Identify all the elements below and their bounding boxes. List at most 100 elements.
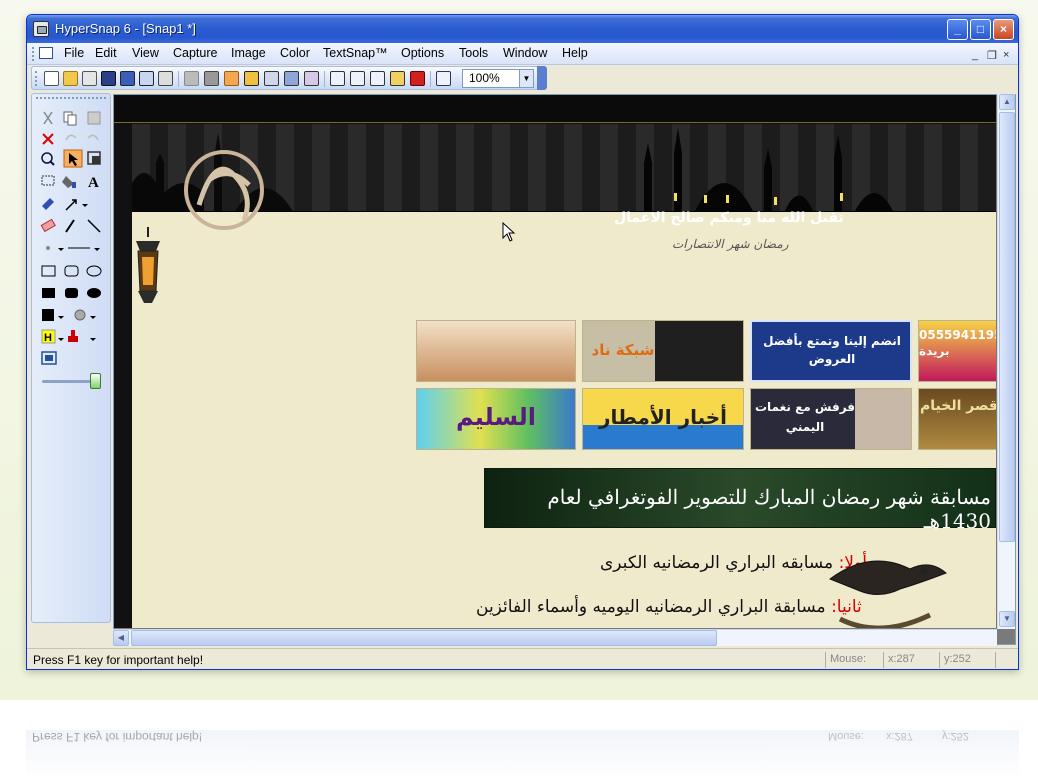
banner-nad-network[interactable]: شبكة ناد	[582, 320, 744, 382]
reflection-mouse-x: x:287	[886, 730, 913, 742]
contest-link-2[interactable]: ثانيا: مسابقة البراري الرمضانيه اليوميه …	[476, 597, 862, 617]
menu-view[interactable]: View	[132, 46, 159, 60]
rounded-rect-icon[interactable]	[64, 265, 79, 277]
svg-text:A: A	[88, 175, 99, 191]
banner-kitchen[interactable]	[416, 320, 576, 382]
color-gray-icon[interactable]	[74, 309, 96, 321]
help-pointer-icon[interactable]	[436, 71, 451, 86]
mdi-minimize-button[interactable]: _	[972, 49, 978, 61]
rotate-left-icon[interactable]	[330, 71, 345, 86]
toolbar-grip-icon[interactable]	[35, 71, 38, 86]
menu-file[interactable]: File	[64, 46, 84, 60]
capture-window-icon[interactable]	[264, 71, 279, 86]
banner-alwardi[interactable]: محمود الوردي 0555941195 بريدة	[918, 320, 996, 382]
menu-help[interactable]: Help	[562, 46, 588, 60]
stamp-red-icon[interactable]	[68, 330, 96, 342]
save-icon[interactable]	[101, 71, 116, 86]
line-style-icon[interactable]	[68, 247, 100, 251]
banner-yemeni-tones[interactable]: فرفش مع نغمات اليمني	[750, 388, 912, 450]
scroll-up-button[interactable]: ▲	[999, 94, 1015, 110]
color-pick-icon[interactable]	[42, 198, 54, 210]
fit-icon[interactable]	[41, 351, 57, 365]
filled-ellipse-icon[interactable]	[87, 288, 101, 298]
scroll-left-button[interactable]: ◀	[113, 630, 129, 646]
text-icon[interactable]: A	[88, 175, 99, 191]
maximize-button[interactable]: □	[970, 19, 991, 40]
horizontal-scroll-thumb[interactable]	[131, 630, 717, 646]
menu-tools[interactable]: Tools	[459, 46, 488, 60]
ellipse-icon[interactable]	[86, 265, 102, 277]
capture-scroll-icon[interactable]	[304, 71, 319, 86]
open-icon[interactable]	[63, 71, 78, 86]
resize-grip-icon[interactable]	[995, 652, 1015, 668]
minimize-button[interactable]: _	[947, 19, 968, 40]
menu-window[interactable]: Window	[503, 46, 547, 60]
zoom-dropdown[interactable]: 100% ▼	[462, 69, 534, 88]
book-icon[interactable]	[120, 71, 135, 86]
menu-textsnap[interactable]: TextSnap™	[323, 46, 388, 60]
select-icon[interactable]	[63, 149, 83, 168]
title-bar[interactable]: HyperSnap 6 - [Snap1 *] _ □ ×	[27, 15, 1018, 43]
toolbar-overflow-button[interactable]	[537, 66, 547, 90]
zoom-icon[interactable]	[41, 152, 55, 166]
stamp-icon[interactable]	[87, 151, 101, 165]
filled-rect-icon[interactable]	[42, 288, 55, 298]
banner-khayyam[interactable]: قصر الخيام	[918, 388, 996, 450]
menubar-grip-icon[interactable]	[32, 47, 35, 61]
mdi-restore-button[interactable]: ❐	[987, 49, 997, 62]
pencil-icon[interactable]	[65, 219, 75, 233]
snapshot-canvas[interactable]: تقبل الله منا ومنكم صالح الاعمال رمضان ش…	[113, 94, 1016, 645]
chevron-down-icon[interactable]: ▼	[519, 70, 533, 87]
menu-capture[interactable]: Capture	[173, 46, 217, 60]
tools-icon[interactable]	[204, 71, 219, 86]
undo-icon[interactable]	[65, 134, 77, 141]
rectangle-icon[interactable]	[41, 265, 56, 277]
line-icon[interactable]	[87, 219, 101, 233]
svg-text:H: H	[44, 332, 52, 344]
menu-edit[interactable]: Edit	[95, 46, 117, 60]
menu-options[interactable]: Options	[401, 46, 444, 60]
menu-color[interactable]: Color	[280, 46, 310, 60]
fill-icon[interactable]	[62, 176, 76, 188]
cut-icon[interactable]	[43, 111, 53, 125]
resize-icon[interactable]	[370, 71, 385, 86]
lantern-icon	[136, 227, 160, 303]
open-recent-icon[interactable]	[82, 71, 97, 86]
menu-image[interactable]: Image	[231, 46, 266, 60]
mdi-close-button[interactable]: ×	[1003, 49, 1009, 61]
color-black-icon[interactable]	[42, 309, 64, 321]
filled-rounded-rect-icon[interactable]	[65, 288, 78, 298]
copy-icon[interactable]	[63, 111, 77, 126]
horizontal-scrollbar[interactable]: ◀	[113, 629, 997, 646]
wrench-icon[interactable]	[224, 71, 239, 86]
highlight-icon[interactable]: H	[41, 329, 64, 344]
redo-icon[interactable]	[87, 134, 99, 141]
rotate-right-icon[interactable]	[350, 71, 365, 86]
document-icon[interactable]	[39, 47, 53, 59]
print-icon[interactable]	[158, 71, 173, 86]
arrow-icon[interactable]	[65, 199, 88, 211]
banner-rain-news[interactable]: أخبار الأمطار	[582, 388, 744, 450]
delete-icon[interactable]	[42, 133, 54, 145]
rect-select-icon[interactable]	[41, 175, 55, 186]
banner-join-us[interactable]: انضم إلينا وتمتع بأفضل العروض	[750, 320, 912, 382]
vertical-scroll-thumb[interactable]	[999, 112, 1015, 542]
camera-icon	[33, 21, 49, 37]
status-message: Press F1 key for important help!	[33, 653, 204, 667]
capture-fullscreen-icon[interactable]	[284, 71, 299, 86]
dot-icon[interactable]	[46, 246, 64, 251]
paste-icon[interactable]	[87, 111, 101, 125]
reflection-mouse-label: Mouse:	[828, 730, 865, 742]
vertical-scrollbar[interactable]: ▲ ▼	[997, 94, 1015, 629]
flag-icon[interactable]	[410, 71, 425, 86]
new-icon[interactable]	[44, 71, 59, 86]
book-open-icon[interactable]	[139, 71, 154, 86]
eraser-icon[interactable]	[40, 218, 56, 233]
close-button[interactable]: ×	[993, 19, 1014, 40]
capture-region-icon[interactable]	[244, 71, 259, 86]
scroll-down-button[interactable]: ▼	[999, 611, 1015, 627]
banner-alsalim[interactable]: السليم	[416, 388, 576, 450]
opacity-slider-thumb[interactable]	[90, 373, 101, 389]
zoom-value: 100%	[469, 71, 500, 85]
crop-icon[interactable]	[390, 71, 405, 86]
